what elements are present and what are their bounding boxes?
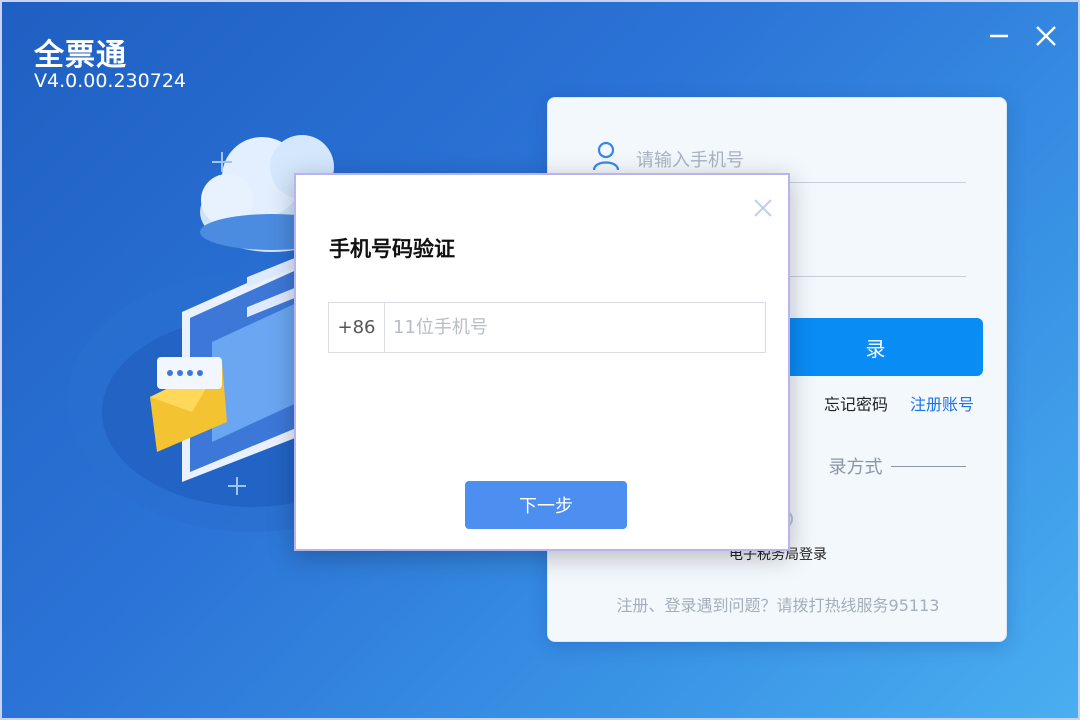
app-version: V4.0.00.230724: [34, 70, 186, 92]
minimize-button[interactable]: [984, 20, 1016, 52]
login-phone-input[interactable]: [636, 146, 936, 174]
dialog-phone-input[interactable]: [385, 303, 765, 352]
other-methods-label: 录方式: [828, 457, 883, 478]
divider: [890, 465, 966, 467]
next-step-button[interactable]: 下一步: [465, 481, 627, 529]
country-code: +86: [329, 303, 385, 352]
close-button[interactable]: [1030, 20, 1062, 52]
login-button-label: 录: [865, 336, 886, 361]
help-text: 注册、登录遇到问题？请拨打热线服务95113: [616, 596, 940, 615]
dialog-close-icon[interactable]: [752, 197, 774, 219]
forgot-password-link[interactable]: 忘记密码: [824, 391, 888, 415]
app-window: 全票通 V4.0.00.230724 请输入手机号 录 忘记密码 注册账号 录方…: [0, 0, 1080, 720]
phone-field: +86: [328, 302, 766, 353]
dialog-title: 手机号码验证: [329, 237, 455, 261]
register-link[interactable]: 注册账号: [910, 391, 974, 415]
minimize-icon: [990, 34, 1008, 38]
app-title: 全票通: [34, 38, 127, 73]
phone-verification-dialog: 手机号码验证 +86 下一步: [294, 173, 790, 551]
close-icon: [1036, 26, 1056, 46]
user-icon: [592, 141, 620, 171]
